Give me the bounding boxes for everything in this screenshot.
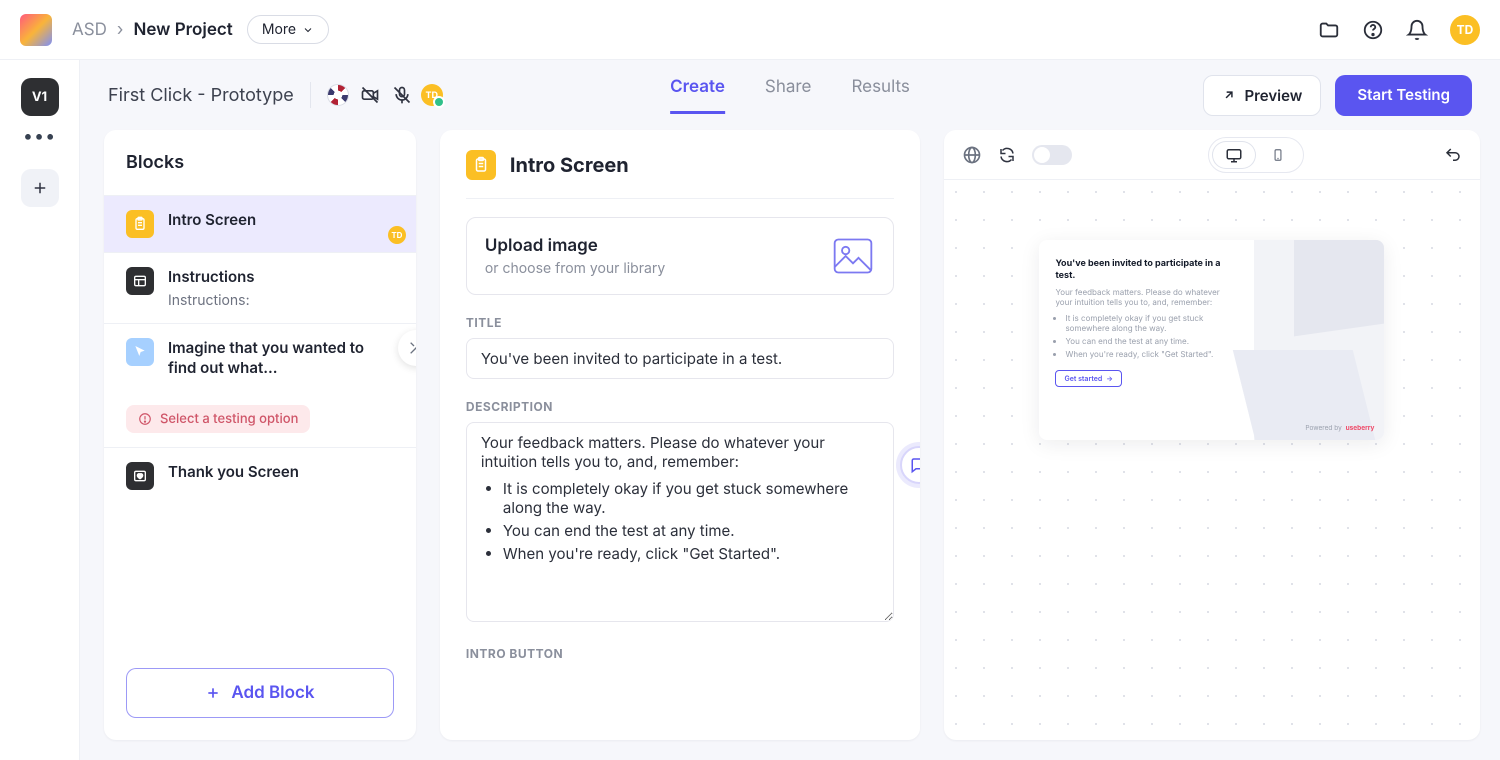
undo-icon[interactable] (1444, 146, 1462, 164)
device-segment (1208, 137, 1304, 173)
center-tabs: Create Share Results (670, 77, 910, 114)
start-testing-button[interactable]: Start Testing (1335, 75, 1472, 116)
tab-share[interactable]: Share (765, 77, 812, 114)
block-title: Intro Screen (168, 210, 394, 229)
preview-mock: You've been invited to participate in a … (1039, 240, 1384, 440)
divider (310, 82, 311, 108)
device-mobile[interactable] (1256, 141, 1300, 169)
version-chip[interactable]: V1 (21, 78, 59, 116)
blocks-panel: Blocks Intro Screen TD Instructions Inst… (104, 130, 416, 740)
sub-header: First Click - Prototype TD Create Share … (80, 60, 1500, 130)
tab-create[interactable]: Create (670, 77, 725, 114)
mock-paragraph: Your feedback matters. Please do whateve… (1055, 287, 1238, 307)
test-title[interactable]: First Click - Prototype (108, 85, 294, 106)
pointer-icon (126, 338, 154, 366)
clipboard-icon (466, 150, 496, 180)
block-title: Instructions (168, 267, 394, 286)
description-intro: Your feedback matters. Please do whateve… (481, 433, 825, 471)
block-item-thankyou[interactable]: Thank you Screen (104, 447, 416, 504)
chevron-right-icon: › (117, 20, 124, 40)
header-actions: TD (1318, 15, 1480, 45)
notification-icon[interactable] (1406, 19, 1428, 41)
tab-results[interactable]: Results (851, 77, 909, 114)
intro-button-label: INTRO BUTTON (466, 646, 894, 661)
block-presence-avatar: TD (388, 226, 406, 244)
description-bullet: It is completely okay if you get stuck s… (503, 479, 879, 517)
image-icon (831, 234, 875, 278)
title-label: TITLE (466, 315, 894, 330)
upload-image-card[interactable]: Upload image or choose from your library (466, 217, 894, 295)
device-desktop[interactable] (1212, 141, 1256, 169)
main-area: First Click - Prototype TD Create Share … (80, 60, 1500, 760)
presence-avatar[interactable]: TD (421, 84, 443, 106)
preview-canvas[interactable]: You've been invited to participate in a … (944, 180, 1480, 740)
user-avatar[interactable]: TD (1450, 15, 1480, 45)
mock-bullet: When you're ready, click "Get Started". (1065, 349, 1238, 359)
clipboard-icon (126, 210, 154, 238)
block-item-task[interactable]: Imagine that you wanted to find out what… (104, 323, 416, 447)
warning-text: Select a testing option (160, 411, 298, 427)
more-button-label: More (262, 21, 296, 38)
preview-panel: You've been invited to participate in a … (944, 130, 1480, 740)
preview-toggle[interactable] (1032, 145, 1072, 165)
sync-icon[interactable] (998, 146, 1016, 164)
breadcrumb-workspace[interactable]: ASD (72, 20, 107, 40)
mock-bullet: It is completely okay if you get stuck s… (1065, 313, 1238, 333)
help-icon[interactable] (1362, 19, 1384, 41)
rail-more-icon[interactable]: ••• (23, 126, 56, 147)
warning-pill[interactable]: Select a testing option (126, 405, 310, 433)
app-logo[interactable] (20, 14, 52, 46)
block-title: Imagine that you wanted to find out what… (168, 338, 394, 379)
description-textarea[interactable]: Your feedback matters. Please do whateve… (466, 422, 894, 622)
open-external-icon (1222, 88, 1236, 102)
preview-button-label: Preview (1244, 86, 1302, 105)
editor-heading: Intro Screen (510, 153, 629, 177)
upload-title: Upload image (485, 236, 665, 256)
mock-bullet: You can end the test at any time. (1065, 336, 1238, 346)
description-label: DESCRIPTION (466, 399, 894, 414)
add-block-button[interactable]: Add Block (126, 668, 394, 718)
powered-by: Powered by useberry (1305, 424, 1374, 432)
description-bullet: When you're ready, click "Get Started". (503, 544, 879, 563)
block-item-intro[interactable]: Intro Screen TD (104, 195, 416, 252)
mock-get-started-button: Get started→ (1055, 370, 1122, 387)
upload-subtitle: or choose from your library (485, 260, 665, 277)
camera-off-icon[interactable] (359, 84, 381, 106)
title-input[interactable] (466, 338, 894, 379)
layout-icon (126, 267, 154, 295)
chevron-down-icon (302, 24, 314, 36)
editor-panel: Intro Screen Upload image or choose from… (440, 130, 920, 740)
version-rail: V1 ••• (0, 60, 80, 760)
comment-bubble-icon[interactable] (900, 446, 920, 484)
description-bullet: You can end the test at any time. (503, 521, 879, 540)
more-button[interactable]: More (247, 15, 329, 44)
breadcrumb-project[interactable]: New Project (133, 20, 232, 40)
rail-add-button[interactable] (21, 169, 59, 207)
top-header: ASD › New Project More TD (0, 0, 1500, 60)
block-item-instructions[interactable]: Instructions Instructions: (104, 252, 416, 323)
add-block-label: Add Block (231, 683, 314, 703)
language-flag-icon[interactable] (327, 84, 349, 106)
globe-icon[interactable] (962, 145, 982, 165)
breadcrumb: ASD › New Project (72, 20, 233, 40)
folder-icon[interactable] (1318, 19, 1340, 41)
preview-button[interactable]: Preview (1203, 75, 1321, 116)
blocks-heading: Blocks (104, 130, 416, 195)
heart-card-icon (126, 462, 154, 490)
block-subtitle: Instructions: (168, 292, 394, 309)
preview-toolbar (944, 130, 1480, 180)
block-title: Thank you Screen (168, 462, 394, 481)
mic-off-icon[interactable] (391, 84, 413, 106)
mock-heading: You've been invited to participate in a … (1055, 258, 1238, 281)
